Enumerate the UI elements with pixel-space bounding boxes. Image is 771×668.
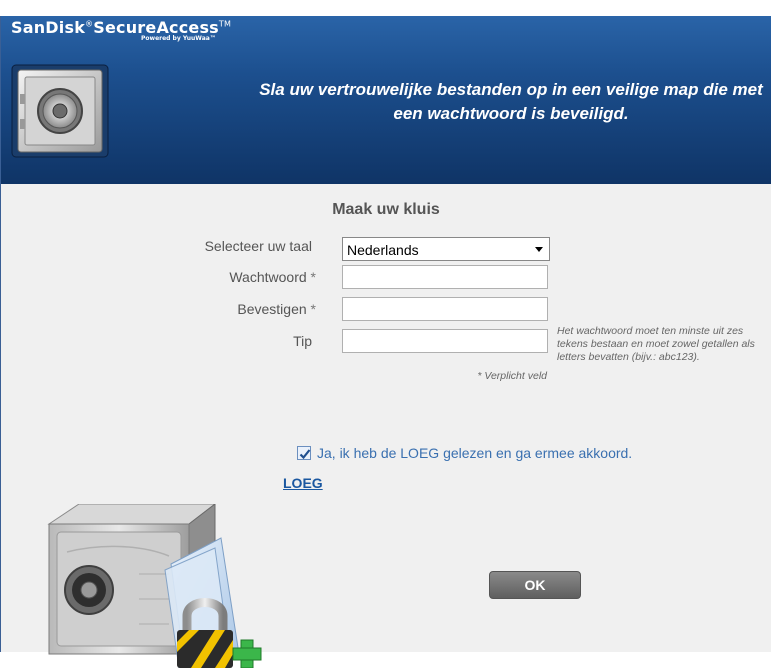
language-select[interactable]: Nederlands <box>342 237 550 261</box>
safe-with-lock-illustration <box>47 504 262 668</box>
confirm-label: Bevestigen * <box>171 301 316 317</box>
confirm-password-field[interactable] <box>342 297 548 321</box>
required-star: * <box>310 269 316 285</box>
tip-label: Tip <box>293 333 312 349</box>
tip-field[interactable] <box>342 329 548 353</box>
eula-link[interactable]: LOEG <box>283 475 323 491</box>
required-star: * <box>310 301 316 317</box>
language-select-value: Nederlands <box>347 242 419 258</box>
header-banner: SanDisk®SecureAccessTM Powered by YuuWaa… <box>1 16 771 184</box>
agree-checkbox[interactable] <box>297 446 311 460</box>
form-title: Maak uw kluis <box>332 201 440 218</box>
agree-text[interactable]: Ja, ik heb de LOEG gelezen en ga ermee a… <box>317 445 632 461</box>
ok-button[interactable]: OK <box>489 571 581 599</box>
header-tagline: Sla uw vertrouwelijke bestanden op in ee… <box>259 80 763 123</box>
password-hint: Het wachtwoord moet ten minste uit zes t… <box>557 325 755 363</box>
brand-name: SanDisk <box>11 18 86 37</box>
app-window: SanDisk®SecureAccessTM Powered by YuuWaa… <box>0 16 771 668</box>
powered-by: Powered by YuuWaa™ <box>141 35 216 42</box>
checkmark-icon <box>299 449 311 460</box>
required-field-note: * Verplicht veld <box>477 370 547 382</box>
safe-icon <box>11 64 109 158</box>
language-label: Selecteer uw taal <box>204 238 312 254</box>
confirm-label-text: Bevestigen <box>237 301 307 317</box>
chevron-down-icon <box>535 247 543 252</box>
product-trademark: TM <box>218 19 232 29</box>
password-label-text: Wachtwoord <box>229 269 307 285</box>
password-label: Wachtwoord * <box>171 269 316 285</box>
password-field[interactable] <box>342 265 548 289</box>
